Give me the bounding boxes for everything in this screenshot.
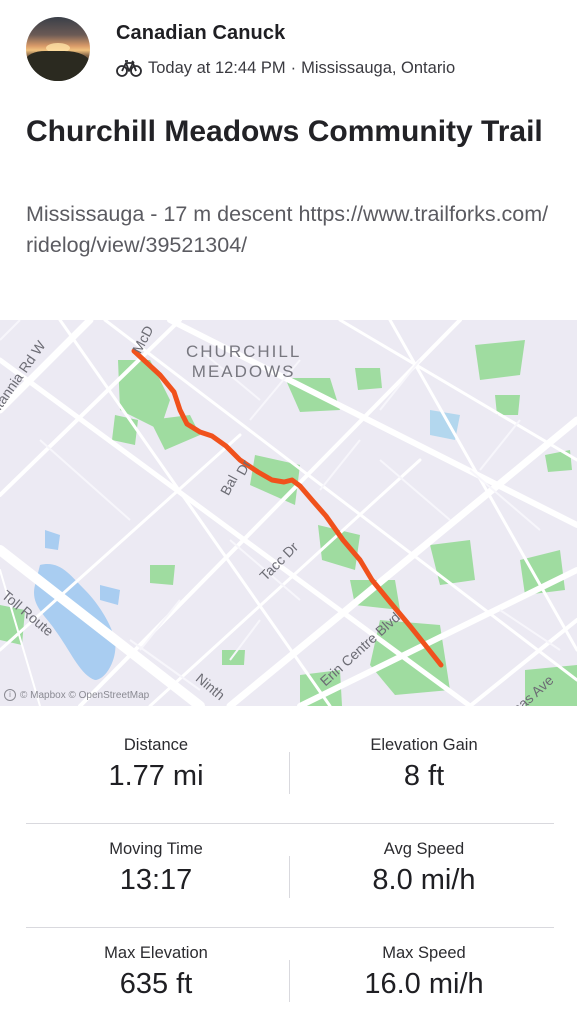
activity-header: Canadian Canuck Today at 12:44 PM · Miss… <box>0 0 577 100</box>
stat-row: Max Elevation 635 ft Max Speed 16.0 mi/h <box>0 914 577 1018</box>
bike-icon <box>116 60 142 77</box>
stat-distance: Distance 1.77 mi <box>108 736 204 792</box>
activity-stats: Distance 1.77 mi Elevation Gain 8 ft Mov… <box>0 706 577 1024</box>
activity-timestamp: Today at 12:44 PM <box>148 58 286 77</box>
area-label: CHURCHILL MEADOWS <box>186 342 302 381</box>
activity-title[interactable]: Churchill Meadows Community Trail <box>26 112 551 152</box>
info-icon[interactable]: i <box>4 689 16 701</box>
stat-avg-speed: Avg Speed 8.0 mi/h <box>372 840 476 896</box>
activity-location: Mississauga, Ontario <box>301 58 456 77</box>
meta-separator: · <box>290 58 297 77</box>
stat-elevation-gain: Elevation Gain 8 ft <box>370 736 478 792</box>
stat-row: Moving Time 13:17 Avg Speed 8.0 mi/h <box>0 810 577 914</box>
stat-max-elevation: Max Elevation 635 ft <box>104 944 208 1000</box>
stat-moving-time: Moving Time 13:17 <box>109 840 203 896</box>
activity-description: Mississauga - 17 m descent https://www.t… <box>26 202 549 257</box>
stat-max-speed: Max Speed 16.0 mi/h <box>364 944 484 1000</box>
route-map[interactable]: CHURCHILL MEADOWS itannia Rd W McD Bal D… <box>0 320 577 706</box>
stat-row: Distance 1.77 mi Elevation Gain 8 ft <box>0 706 577 810</box>
activity-meta: Today at 12:44 PM · Mississauga, Ontario <box>116 56 455 80</box>
athlete-name[interactable]: Canadian Canuck <box>116 22 285 45</box>
map-attribution[interactable]: i © Mapbox © OpenStreetMap <box>4 689 149 701</box>
avatar[interactable] <box>26 17 90 81</box>
